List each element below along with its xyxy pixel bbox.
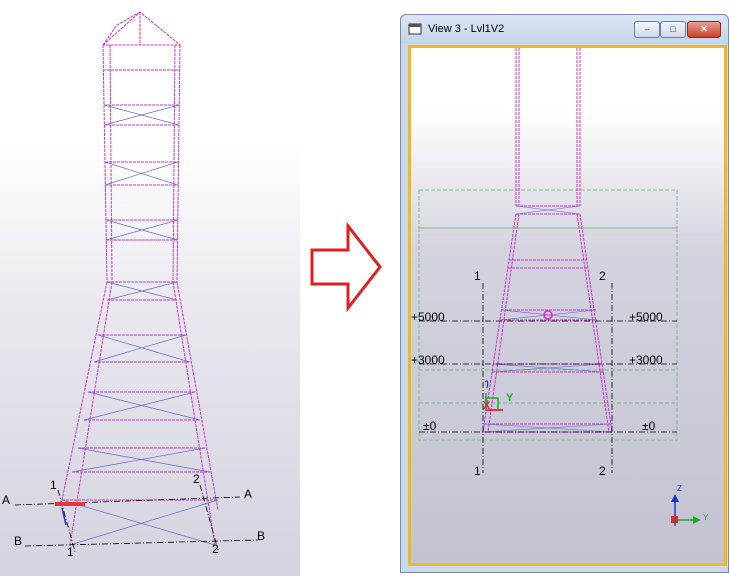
grid-number-2-bottom: 2 (599, 464, 606, 478)
grid-number-1-top: 1 (474, 269, 481, 283)
level-label-3000-left: +3000 (411, 353, 445, 367)
grid-label-a-right: A (244, 487, 253, 501)
axis-triad-icon (671, 494, 701, 526)
level-label-0-right: ±0 (642, 419, 656, 433)
grid-number-2-bottom: 2 (212, 542, 219, 556)
maximize-button[interactable]: □ (660, 21, 686, 38)
grid-label-b-left: B (14, 534, 23, 548)
axis-triad-z-label: Z (677, 484, 682, 493)
close-button[interactable]: ✕ (687, 21, 721, 38)
level-label-3000-right: +3000 (629, 353, 663, 367)
transition-arrow-icon (310, 222, 382, 312)
tower-3d-drawing (14, 11, 259, 553)
grid-label-b-right: B (257, 529, 266, 543)
grid-number-1-bottom: 1 (67, 545, 74, 559)
level-label-0-left: ±0 (423, 419, 437, 433)
window-titlebar[interactable]: View 3 - Lvl1V2 – □ ✕ (401, 15, 728, 43)
ucs-y-label: Y (506, 392, 514, 404)
view-window[interactable]: View 3 - Lvl1V2 – □ ✕ 1 2 1 2 +5000 +500… (400, 14, 729, 573)
minimize-button[interactable]: – (634, 21, 660, 38)
model-view-viewport[interactable]: 1 2 1 2 +5000 +5000 +3000 +3000 ±0 ±0 X … (408, 45, 727, 566)
model-3d-view[interactable]: A A B B 1 2 1 2 (0, 0, 300, 576)
grid-number-2-top: 2 (193, 472, 200, 486)
view-window-icon (408, 23, 422, 35)
grid-number-2-top: 2 (599, 269, 606, 283)
level-label-5000-left: +5000 (411, 310, 445, 324)
ucs-x-label: X (483, 400, 491, 412)
axis-triad-y-label: Y (703, 513, 709, 522)
window-title: View 3 - Lvl1V2 (428, 23, 505, 35)
level-label-5000-right: +5000 (629, 310, 663, 324)
grid-number-1-top: 1 (50, 478, 57, 492)
grid-number-1-bottom: 1 (474, 464, 481, 478)
grid-label-a-left: A (2, 493, 11, 507)
